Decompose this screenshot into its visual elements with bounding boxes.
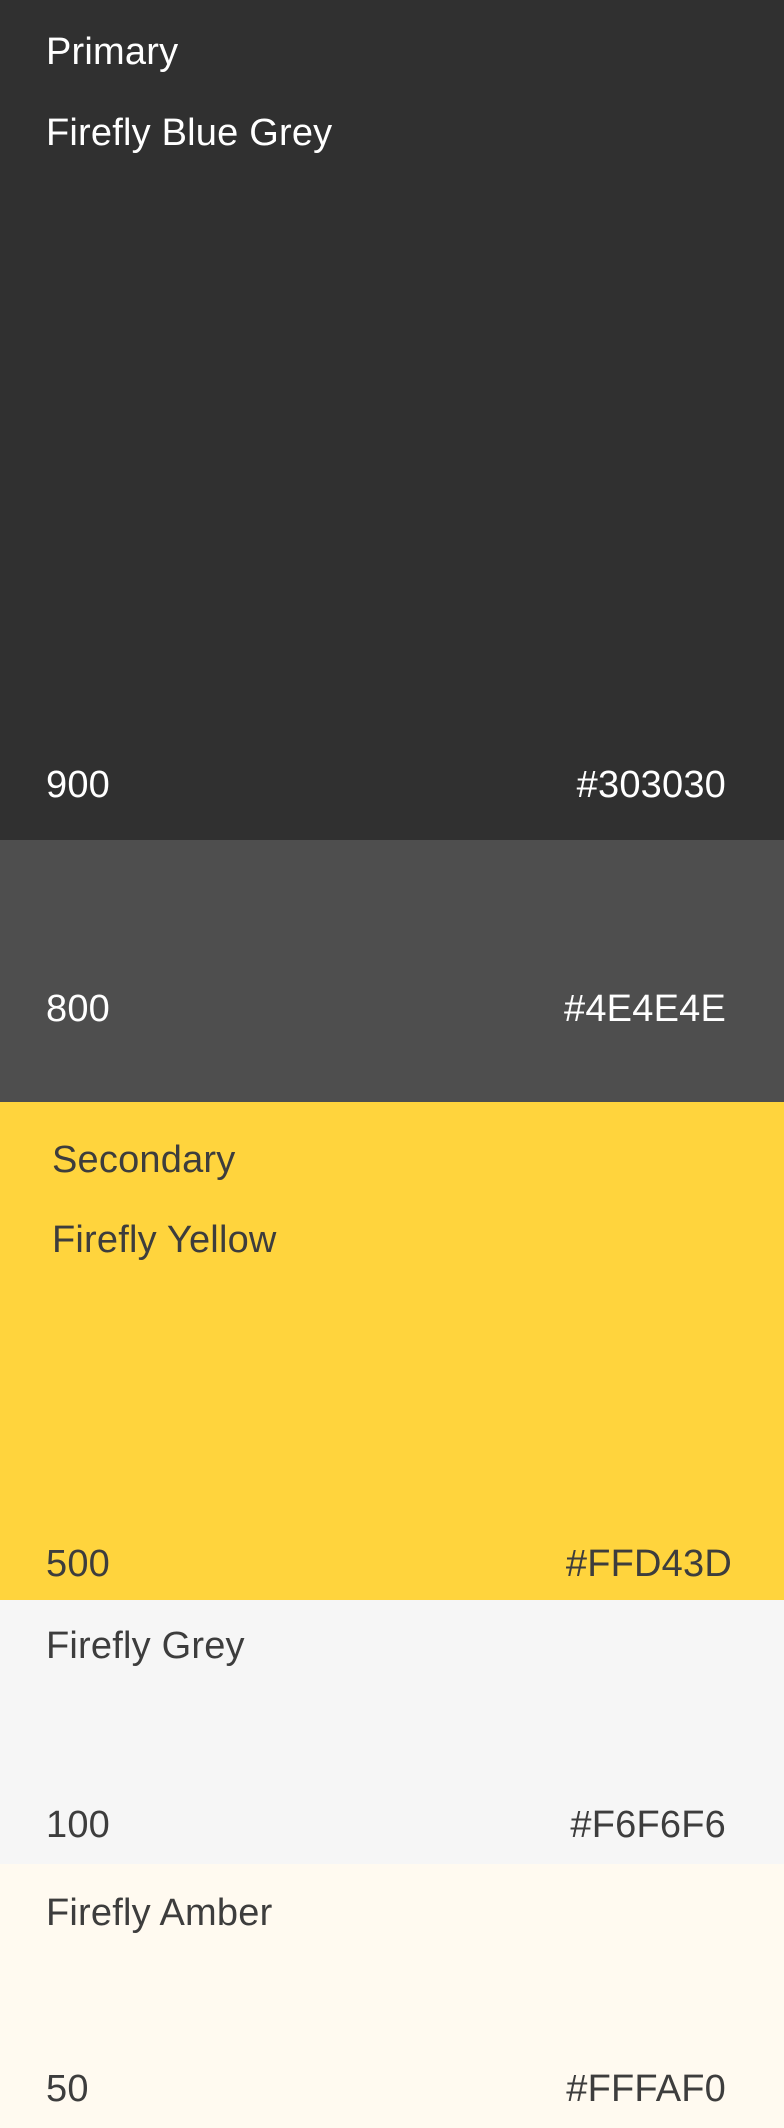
swatch-secondary-500: Secondary Firefly Yellow 500 #FFD43D (0, 1102, 784, 1600)
swatch-hex-value: #FFFAF0 (566, 2068, 726, 2110)
swatch-shade-label: 800 (46, 988, 111, 1030)
swatch-color-name: Firefly Yellow (52, 1219, 277, 1261)
swatch-primary-900: Primary Firefly Blue Grey 900 #303030 (0, 0, 784, 840)
swatch-group-label: Primary (46, 31, 179, 73)
swatch-shade-label: 900 (46, 764, 111, 806)
swatch-color-name: Firefly Blue Grey (46, 112, 333, 154)
swatch-shade-label: 500 (46, 1543, 111, 1585)
swatch-shade-label: 100 (46, 1804, 111, 1846)
swatch-primary-800: 800 #4E4E4E (0, 840, 784, 1102)
swatch-amber-50: Firefly Amber 50 #FFFAF0 (0, 1864, 784, 2128)
swatch-grey-100: Firefly Grey 100 #F6F6F6 (0, 1600, 784, 1864)
swatch-shade-label: 50 (46, 2068, 89, 2110)
swatch-color-name: Firefly Amber (46, 1892, 273, 1934)
swatch-hex-value: #FFD43D (565, 1543, 732, 1585)
swatch-hex-value: #4E4E4E (564, 988, 726, 1030)
swatch-group-label: Secondary (52, 1139, 236, 1181)
swatch-hex-value: #F6F6F6 (570, 1804, 726, 1846)
swatch-hex-value: #303030 (576, 764, 726, 806)
color-palette: Primary Firefly Blue Grey 900 #303030 80… (0, 0, 784, 2128)
swatch-color-name: Firefly Grey (46, 1625, 245, 1667)
